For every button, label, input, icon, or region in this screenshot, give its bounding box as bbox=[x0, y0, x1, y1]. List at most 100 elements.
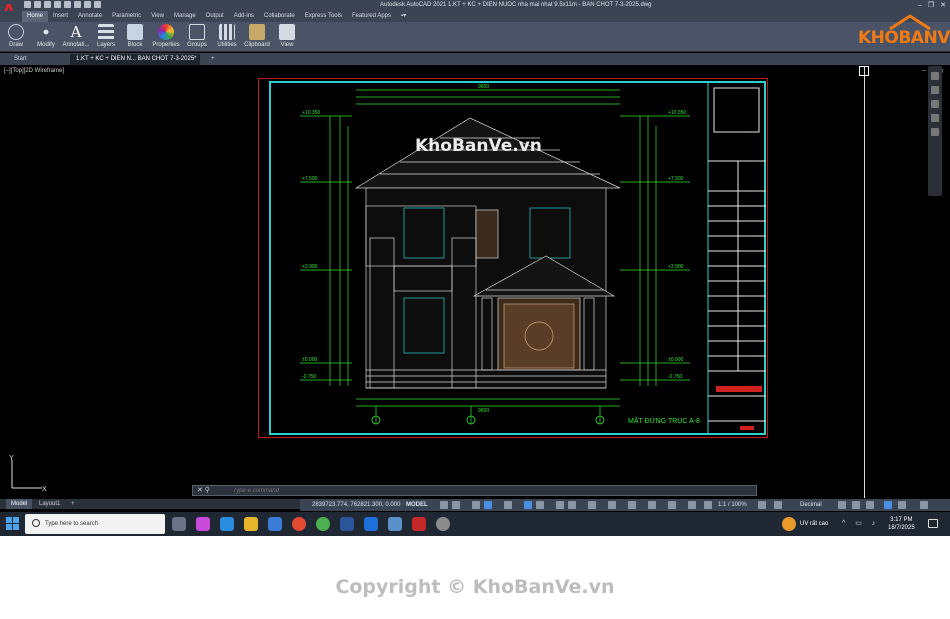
word-icon[interactable] bbox=[340, 517, 354, 531]
auto-scale-icon[interactable] bbox=[704, 501, 712, 509]
annotation-scale[interactable]: 1:1 / 100% bbox=[718, 499, 747, 511]
annotation-monitor-icon[interactable] bbox=[774, 501, 782, 509]
window-title: Autodesk AutoCAD 2021 1.KT + KC + DIEN N… bbox=[380, 2, 652, 8]
showmotion-icon[interactable] bbox=[931, 128, 939, 136]
polar-toggle-icon[interactable] bbox=[484, 501, 492, 509]
tab-home[interactable]: Home bbox=[22, 11, 49, 22]
open-file-icon[interactable] bbox=[34, 1, 41, 8]
command-input[interactable] bbox=[233, 486, 733, 496]
system-tray-icons[interactable]: ^ ▭ ♪ bbox=[842, 512, 879, 536]
3d-osnap-icon[interactable] bbox=[608, 501, 616, 509]
pan-icon[interactable] bbox=[931, 86, 939, 94]
drawing-viewport[interactable]: [–][Top][2D Wireframe] – ❐ ✕ bbox=[0, 66, 950, 498]
navigation-bar[interactable] bbox=[928, 66, 942, 196]
grid-toggle-icon[interactable] bbox=[440, 501, 448, 509]
isolate-objects-icon[interactable] bbox=[866, 501, 874, 509]
panel-properties[interactable]: Properties bbox=[151, 23, 181, 51]
copilot-icon[interactable] bbox=[196, 517, 210, 531]
tab-express-tools[interactable]: Express Tools bbox=[300, 11, 347, 22]
panel-layers[interactable]: Layers bbox=[94, 23, 118, 51]
tab-drawing-file[interactable]: 1.KT + KC + DIEN N... BAN CHOT 7-3-2025* bbox=[70, 54, 200, 65]
panel-utilities[interactable]: Utilities bbox=[214, 23, 240, 51]
plot-icon[interactable] bbox=[74, 1, 81, 8]
zalo-icon[interactable] bbox=[364, 517, 378, 531]
undo-icon[interactable] bbox=[84, 1, 91, 8]
ribbon-options-toggle[interactable]: ▪▾ bbox=[396, 11, 411, 22]
web-save-icon[interactable] bbox=[64, 1, 71, 8]
gizmo-icon[interactable] bbox=[668, 501, 676, 509]
panel-clipboard[interactable]: Clipboard bbox=[242, 23, 272, 51]
ortho-toggle-icon[interactable] bbox=[472, 501, 480, 509]
model-space-toggle[interactable]: MODEL bbox=[406, 499, 428, 511]
chrome-browser-icon[interactable] bbox=[292, 517, 306, 531]
group-icon bbox=[189, 24, 205, 40]
transparency-toggle-icon[interactable] bbox=[568, 501, 576, 509]
taskbar-search-box[interactable]: Type here to search bbox=[25, 514, 165, 534]
panel-modify[interactable]: Modify bbox=[32, 23, 60, 51]
tab-insert[interactable]: Insert bbox=[48, 11, 73, 22]
tab-view[interactable]: View bbox=[146, 11, 169, 22]
taskbar-clock[interactable]: 3:17 PM 18/7/2025 bbox=[888, 516, 915, 532]
tab-start[interactable]: Start bbox=[8, 54, 33, 65]
panel-view[interactable]: View bbox=[276, 23, 298, 51]
close-button[interactable]: ✕ bbox=[940, 0, 946, 11]
tab-layout1[interactable]: Layout1 bbox=[34, 499, 65, 509]
tab-featured-apps[interactable]: Featured Apps bbox=[347, 11, 396, 22]
clean-screen-icon[interactable] bbox=[898, 501, 906, 509]
tab-annotate[interactable]: Annotate bbox=[73, 11, 107, 22]
redo-icon[interactable] bbox=[94, 1, 101, 8]
restore-button[interactable]: ❐ bbox=[928, 0, 934, 11]
tab-parametric[interactable]: Parametric bbox=[107, 11, 146, 22]
app-icon[interactable] bbox=[388, 517, 402, 531]
coccoc-browser-icon[interactable] bbox=[316, 517, 330, 531]
hardware-acceleration-icon[interactable] bbox=[884, 501, 892, 509]
lineweight-toggle-icon[interactable] bbox=[556, 501, 564, 509]
weather-text[interactable]: UV rất cao bbox=[800, 512, 828, 536]
steering-wheel-icon[interactable] bbox=[931, 72, 939, 80]
units-selector[interactable]: Decimal bbox=[800, 499, 822, 511]
tab-manage[interactable]: Manage bbox=[169, 11, 201, 22]
selection-filter-icon[interactable] bbox=[648, 501, 656, 509]
windows-start-icon[interactable] bbox=[6, 517, 20, 531]
file-explorer-icon[interactable] bbox=[244, 517, 258, 531]
save-as-icon[interactable] bbox=[54, 1, 61, 8]
tab-addins[interactable]: Add-ins bbox=[229, 11, 259, 22]
customization-menu-icon[interactable] bbox=[920, 501, 928, 509]
panel-draw[interactable]: Draw bbox=[4, 23, 28, 51]
dynamic-ucs-icon[interactable] bbox=[628, 501, 636, 509]
panel-block[interactable]: Block bbox=[123, 23, 147, 51]
edge-browser-icon[interactable] bbox=[220, 517, 234, 531]
autocad-taskbar-icon[interactable] bbox=[412, 517, 426, 531]
title-block-logo-box bbox=[713, 87, 760, 133]
isodraft-toggle-icon[interactable] bbox=[504, 501, 512, 509]
khobanve-logo: KHOBANVE bbox=[852, 14, 950, 52]
cursor-coordinates[interactable]: 2839723.774, 762821.300, 0.000 bbox=[312, 499, 400, 511]
orbit-icon[interactable] bbox=[931, 114, 939, 122]
add-layout-button[interactable]: + bbox=[66, 499, 80, 509]
text-icon: A bbox=[70, 23, 82, 41]
settings-gear-icon[interactable] bbox=[436, 517, 450, 531]
store-icon[interactable] bbox=[268, 517, 282, 531]
lock-ui-icon[interactable] bbox=[852, 501, 860, 509]
annotation-visibility-icon[interactable] bbox=[688, 501, 696, 509]
weather-icon[interactable] bbox=[782, 517, 796, 531]
quick-properties-icon[interactable] bbox=[838, 501, 846, 509]
osnap-toggle-icon[interactable] bbox=[524, 501, 532, 509]
tab-collaborate[interactable]: Collaborate bbox=[259, 11, 300, 22]
minimize-button[interactable]: – bbox=[918, 0, 922, 11]
save-icon[interactable] bbox=[44, 1, 51, 8]
command-line-close-icon[interactable]: ✕ ⚲ bbox=[197, 486, 210, 496]
new-file-icon[interactable] bbox=[24, 1, 31, 8]
panel-annotation[interactable]: A Annotati... bbox=[62, 23, 90, 51]
tab-model[interactable]: Model bbox=[6, 499, 33, 509]
notification-icon[interactable] bbox=[928, 519, 938, 528]
selection-cycling-icon[interactable] bbox=[588, 501, 596, 509]
tab-output[interactable]: Output bbox=[201, 11, 229, 22]
panel-groups[interactable]: Groups bbox=[184, 23, 210, 51]
new-tab-button[interactable]: + bbox=[205, 54, 221, 65]
snap-toggle-icon[interactable] bbox=[452, 501, 460, 509]
task-view-icon[interactable] bbox=[172, 517, 186, 531]
otrack-toggle-icon[interactable] bbox=[536, 501, 544, 509]
workspace-gear-icon[interactable] bbox=[758, 501, 766, 509]
zoom-icon[interactable] bbox=[931, 100, 939, 108]
